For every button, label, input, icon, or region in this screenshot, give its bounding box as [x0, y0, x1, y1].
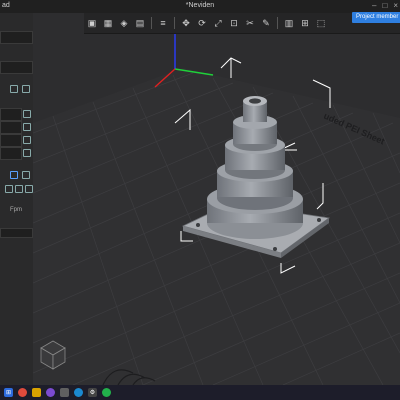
sidebar-field-4[interactable]: [0, 121, 22, 134]
project-button[interactable]: Project member: [352, 12, 400, 23]
split-objects-icon[interactable]: ⊞: [299, 17, 311, 29]
windows-icon[interactable]: ⊞: [4, 388, 13, 397]
sidebar-field-2[interactable]: [0, 61, 33, 74]
chrome-icon[interactable]: [18, 388, 27, 397]
edit-icon[interactable]: [23, 149, 31, 157]
refresh-icon[interactable]: [10, 85, 18, 93]
option-icon[interactable]: [5, 185, 13, 193]
gear-icon[interactable]: ⚙: [88, 388, 97, 397]
toolbar-separator: [174, 17, 175, 29]
cone-hole: [249, 98, 261, 104]
edit-icon[interactable]: [23, 136, 31, 144]
title-bar: ad *Neviden – □ ×: [0, 0, 400, 13]
settings-icon[interactable]: [22, 171, 30, 179]
mount-hole: [317, 218, 321, 222]
3d-viewport[interactable]: uded PEI Sheet: [33, 13, 400, 385]
minimize-button[interactable]: –: [372, 1, 376, 10]
cube-icon[interactable]: ◈: [118, 17, 130, 29]
mount-hole: [196, 223, 200, 227]
toolbar-separator: [151, 17, 152, 29]
add-object-icon[interactable]: ▣: [86, 17, 98, 29]
taskbar: ⊞ ⚙: [0, 385, 400, 400]
sidebar-field-3[interactable]: [0, 108, 22, 121]
edit-icon[interactable]: [23, 123, 31, 131]
view-icon[interactable]: ▥: [283, 17, 295, 29]
whatsapp-icon[interactable]: [102, 388, 111, 397]
settings-icon[interactable]: [22, 85, 30, 93]
fpm-label: Fpm: [10, 207, 22, 213]
sidebar-panel: Fpm: [0, 13, 34, 385]
viewport-canvas: uded PEI Sheet: [33, 13, 400, 385]
scale-icon[interactable]: ⤢: [212, 17, 224, 29]
edge-icon[interactable]: [74, 388, 83, 397]
sidebar-field-1[interactable]: [0, 31, 33, 44]
move-icon[interactable]: ✥: [180, 17, 192, 29]
window-title: *Neviden: [185, 2, 215, 9]
edit-icon[interactable]: [23, 110, 31, 118]
app-icon[interactable]: [60, 388, 69, 397]
rotate-icon[interactable]: ⟳: [196, 17, 208, 29]
toolbar-separator: [277, 17, 278, 29]
maximize-button[interactable]: □: [382, 1, 387, 10]
perspective-icon[interactable]: ⬚: [315, 17, 327, 29]
toggle-icon[interactable]: [10, 171, 18, 179]
files-icon[interactable]: [32, 388, 41, 397]
option-icon[interactable]: [15, 185, 23, 193]
mount-hole: [273, 247, 277, 251]
sidebar-field-5[interactable]: [0, 134, 22, 147]
grid-icon[interactable]: ▦: [102, 17, 114, 29]
sidebar-field-6[interactable]: [0, 147, 22, 160]
paint-icon[interactable]: ✎: [260, 17, 272, 29]
close-button[interactable]: ×: [393, 1, 398, 10]
lay-on-face-icon[interactable]: ⊡: [228, 17, 240, 29]
option-icon[interactable]: [25, 185, 33, 193]
table-icon[interactable]: ▤: [134, 17, 146, 29]
layers-icon[interactable]: ≡: [157, 17, 169, 29]
window-controls: – □ ×: [372, 1, 398, 10]
sidebar-field-7[interactable]: [0, 228, 33, 238]
viber-icon[interactable]: [46, 388, 55, 397]
cut-icon[interactable]: ✂: [244, 17, 256, 29]
